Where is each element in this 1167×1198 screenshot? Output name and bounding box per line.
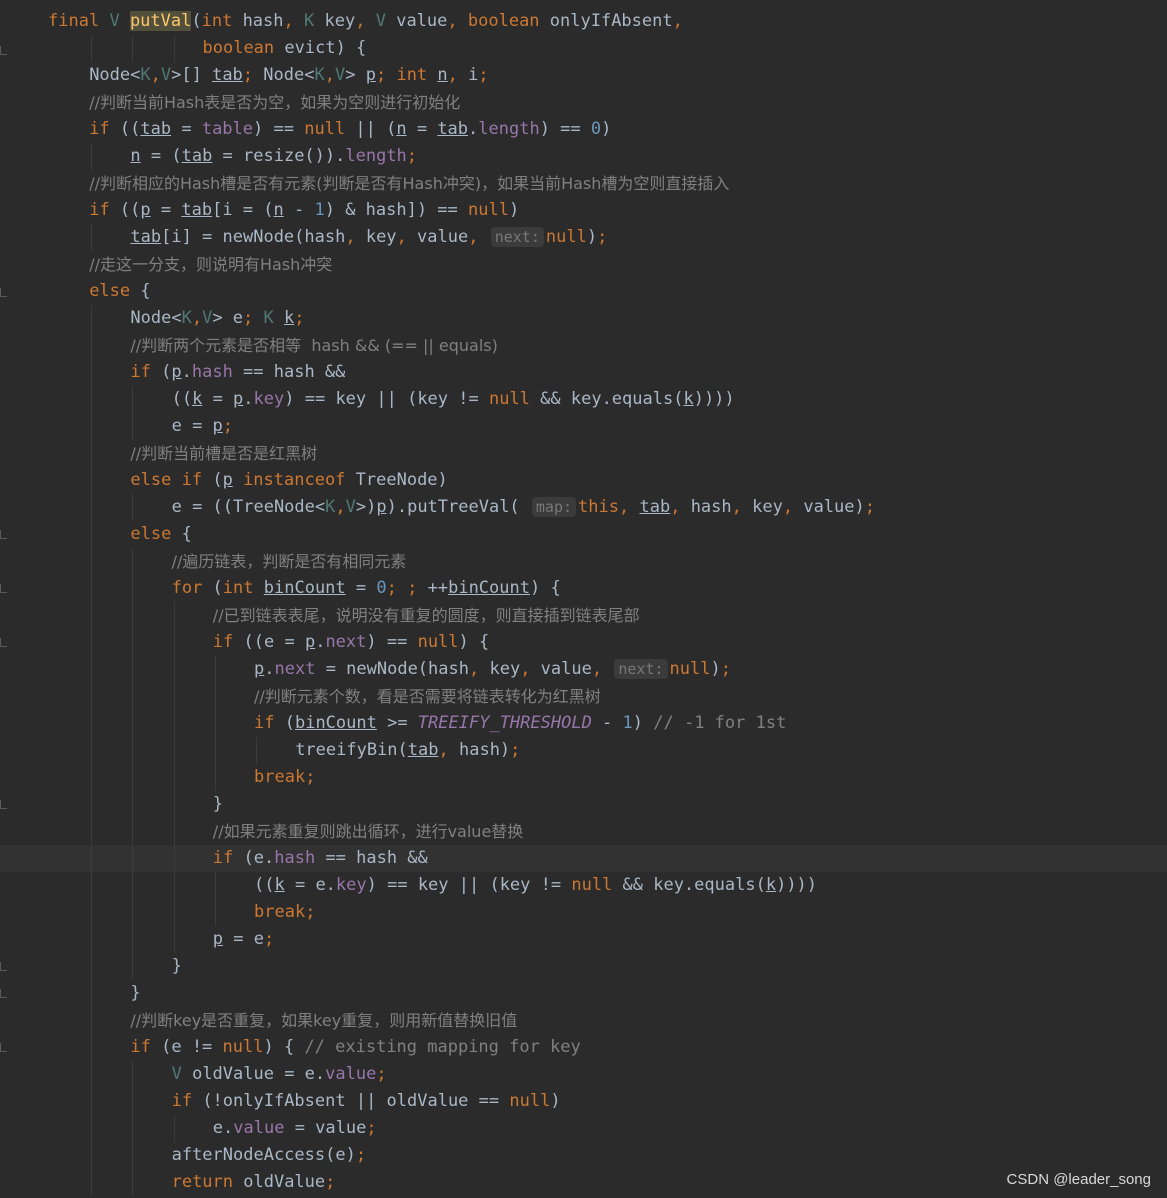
code-line-text: //判断key是否重复，如果key重复，则用新值替换旧值 <box>130 1011 518 1030</box>
watermark: CSDN @leader_song <box>1006 1171 1151 1188</box>
code-line-text: p.next = newNode(hash, key, value, next:… <box>254 659 731 679</box>
code-line[interactable]: V oldValue = e.value; <box>0 1061 1167 1088</box>
code-line[interactable]: return oldValue; <box>0 1169 1167 1196</box>
code-line-text: boolean evict) { <box>202 38 367 58</box>
code-line-text: else { <box>130 524 192 544</box>
code-line[interactable]: //判断key是否重复，如果key重复，则用新值替换旧值 <box>0 1007 1167 1034</box>
code-line[interactable]: tab[i] = newNode(hash, key, value, next:… <box>0 224 1167 251</box>
code-line-text: for (int binCount = 0; ; ++binCount) { <box>171 578 561 598</box>
code-line[interactable]: if (!onlyIfAbsent || oldValue == null) <box>0 1088 1167 1115</box>
code-line-text: return oldValue; <box>171 1172 336 1192</box>
code-line[interactable]: if (e.hash == hash && <box>0 845 1167 872</box>
code-line[interactable]: //判断元素个数，看是否需要将链表转化为红黑树 <box>0 683 1167 710</box>
code-line[interactable]: ((k = e.key) == key || (key != null && k… <box>0 872 1167 899</box>
code-line[interactable]: n = (tab = resize()).length; <box>0 143 1167 170</box>
code-line-text: V oldValue = e.value; <box>171 1064 387 1084</box>
code-line-text: e = ((TreeNode<K,V>)p).putTreeVal( map: t… <box>171 497 875 517</box>
code-line[interactable]: else { <box>0 278 1167 305</box>
code-line[interactable]: afterNodeAccess(e); <box>0 1142 1167 1169</box>
code-line-text: Node<K,V> e; K k; <box>130 308 305 328</box>
code-line-text: e = p; <box>171 416 234 436</box>
code-line[interactable]: treeifyBin(tab, hash); <box>0 737 1167 764</box>
code-line-text: n = (tab = resize()).length; <box>130 146 418 166</box>
code-line[interactable]: else if (p instanceof TreeNode) <box>0 467 1167 494</box>
code-line-text: e.value = value; <box>212 1118 377 1138</box>
code-line-text: //判断元素个数，看是否需要将链表转化为红黑树 <box>254 687 601 706</box>
code-line-text: tab[i] = newNode(hash, key, value, next:… <box>130 227 608 247</box>
code-line[interactable]: break; <box>0 764 1167 791</box>
code-line[interactable]: if ((e = p.next) == null) { <box>0 629 1167 656</box>
code-line[interactable]: p = e; <box>0 926 1167 953</box>
code-line-text: if ((tab = table) == null || (n = tab.le… <box>89 119 612 139</box>
code-line-text: ((k = p.key) == key || (key != null && k… <box>171 389 735 409</box>
code-line[interactable]: //遍历链表，判断是否有相同元素 <box>0 548 1167 575</box>
code-line[interactable]: //判断相应的Hash槽是否有元素(判断是否有Hash冲突)，如果当前Hash槽… <box>0 170 1167 197</box>
code-line[interactable]: } <box>0 980 1167 1007</box>
code-line-text: final V putVal(int hash, K key, V value,… <box>48 11 683 31</box>
code-line-text: ((k = e.key) == key || (key != null && k… <box>254 875 818 895</box>
code-line[interactable]: //走这一分支，则说明有Hash冲突 <box>0 251 1167 278</box>
code-line[interactable]: final V putVal(int hash, K key, V value,… <box>0 8 1167 35</box>
code-line-text: //走这一分支，则说明有Hash冲突 <box>89 255 333 274</box>
code-line[interactable]: if (binCount >= TREEIFY_THRESHOLD - 1) /… <box>0 710 1167 737</box>
code-line-text: afterNodeAccess(e); <box>171 1145 367 1165</box>
code-line-text: if ((e = p.next) == null) { <box>212 632 490 652</box>
code-line-text: //判断当前槽是否是红黑树 <box>130 444 318 463</box>
code-line[interactable]: if (e != null) { // existing mapping for… <box>0 1034 1167 1061</box>
code-line[interactable]: if ((tab = table) == null || (n = tab.le… <box>0 116 1167 143</box>
code-line[interactable]: if ((p = tab[i = (n - 1) & hash]) == nul… <box>0 197 1167 224</box>
code-line-text: Node<K,V>[] tab; Node<K,V> p; int n, i; <box>89 65 489 85</box>
code-line-text: } <box>171 956 182 976</box>
code-line[interactable]: boolean evict) { <box>0 35 1167 62</box>
code-line[interactable]: if (p.hash == hash && <box>0 359 1167 386</box>
code-line[interactable]: } <box>0 953 1167 980</box>
code-line[interactable]: Node<K,V>[] tab; Node<K,V> p; int n, i; <box>0 62 1167 89</box>
code-line[interactable]: Node<K,V> e; K k; <box>0 305 1167 332</box>
code-line[interactable]: p.next = newNode(hash, key, value, next:… <box>0 656 1167 683</box>
code-line-text: //已到链表表尾，说明没有重复的圆度，则直接插到链表尾部 <box>212 606 640 625</box>
code-line-text: //判断相应的Hash槽是否有元素(判断是否有Hash冲突)，如果当前Hash槽… <box>89 174 730 193</box>
code-line[interactable]: e.value = value; <box>0 1115 1167 1142</box>
code-line-text: else if (p instanceof TreeNode) <box>130 470 448 490</box>
code-line-text: if (e.hash == hash && <box>212 848 428 868</box>
code-line[interactable]: //已到链表表尾，说明没有重复的圆度，则直接插到链表尾部 <box>0 602 1167 629</box>
code-line-text: } <box>130 983 141 1003</box>
code-line[interactable]: else { <box>0 521 1167 548</box>
code-line[interactable]: e = p; <box>0 413 1167 440</box>
code-line-text: //如果元素重复则跳出循环，进行value替换 <box>212 822 524 841</box>
code-line[interactable]: //判断当前槽是否是红黑树 <box>0 440 1167 467</box>
code-line-text: } <box>212 794 224 814</box>
code-line[interactable]: //判断两个元素是否相等 hash && (== || equals) <box>0 332 1167 359</box>
code-line-text: //判断两个元素是否相等 hash && (== || equals) <box>130 336 498 355</box>
code-line[interactable]: //判断当前Hash表是否为空，如果为空则进行初始化 <box>0 89 1167 116</box>
code-line-text: p = e; <box>212 929 275 949</box>
code-line-text: if (binCount >= TREEIFY_THRESHOLD - 1) /… <box>254 713 787 733</box>
code-line-text: //遍历链表，判断是否有相同元素 <box>171 552 407 571</box>
code-line-text: if (!onlyIfAbsent || oldValue == null) <box>171 1091 561 1111</box>
code-line[interactable]: //如果元素重复则跳出循环，进行value替换 <box>0 818 1167 845</box>
code-line-text: if (p.hash == hash && <box>130 362 346 382</box>
code-line[interactable]: for (int binCount = 0; ; ++binCount) { <box>0 575 1167 602</box>
code-line-text: if ((p = tab[i = (n - 1) & hash]) == nul… <box>89 200 520 220</box>
code-line[interactable]: break; <box>0 899 1167 926</box>
code-line-text: else { <box>89 281 151 301</box>
code-line[interactable]: e = ((TreeNode<K,V>)p).putTreeVal( map: t… <box>0 494 1167 521</box>
code-line-text: break; <box>254 902 316 922</box>
code-line-text: break; <box>254 767 316 787</box>
code-line-text: if (e != null) { // existing mapping for… <box>130 1037 581 1057</box>
code-line-text: treeifyBin(tab, hash); <box>295 740 521 760</box>
code-line[interactable]: } <box>0 791 1167 818</box>
code-line[interactable]: ((k = p.key) == key || (key != null && k… <box>0 386 1167 413</box>
code-line-text: //判断当前Hash表是否为空，如果为空则进行初始化 <box>89 93 461 112</box>
code-editor[interactable]: final V putVal(int hash, K key, V value,… <box>0 0 1167 1198</box>
